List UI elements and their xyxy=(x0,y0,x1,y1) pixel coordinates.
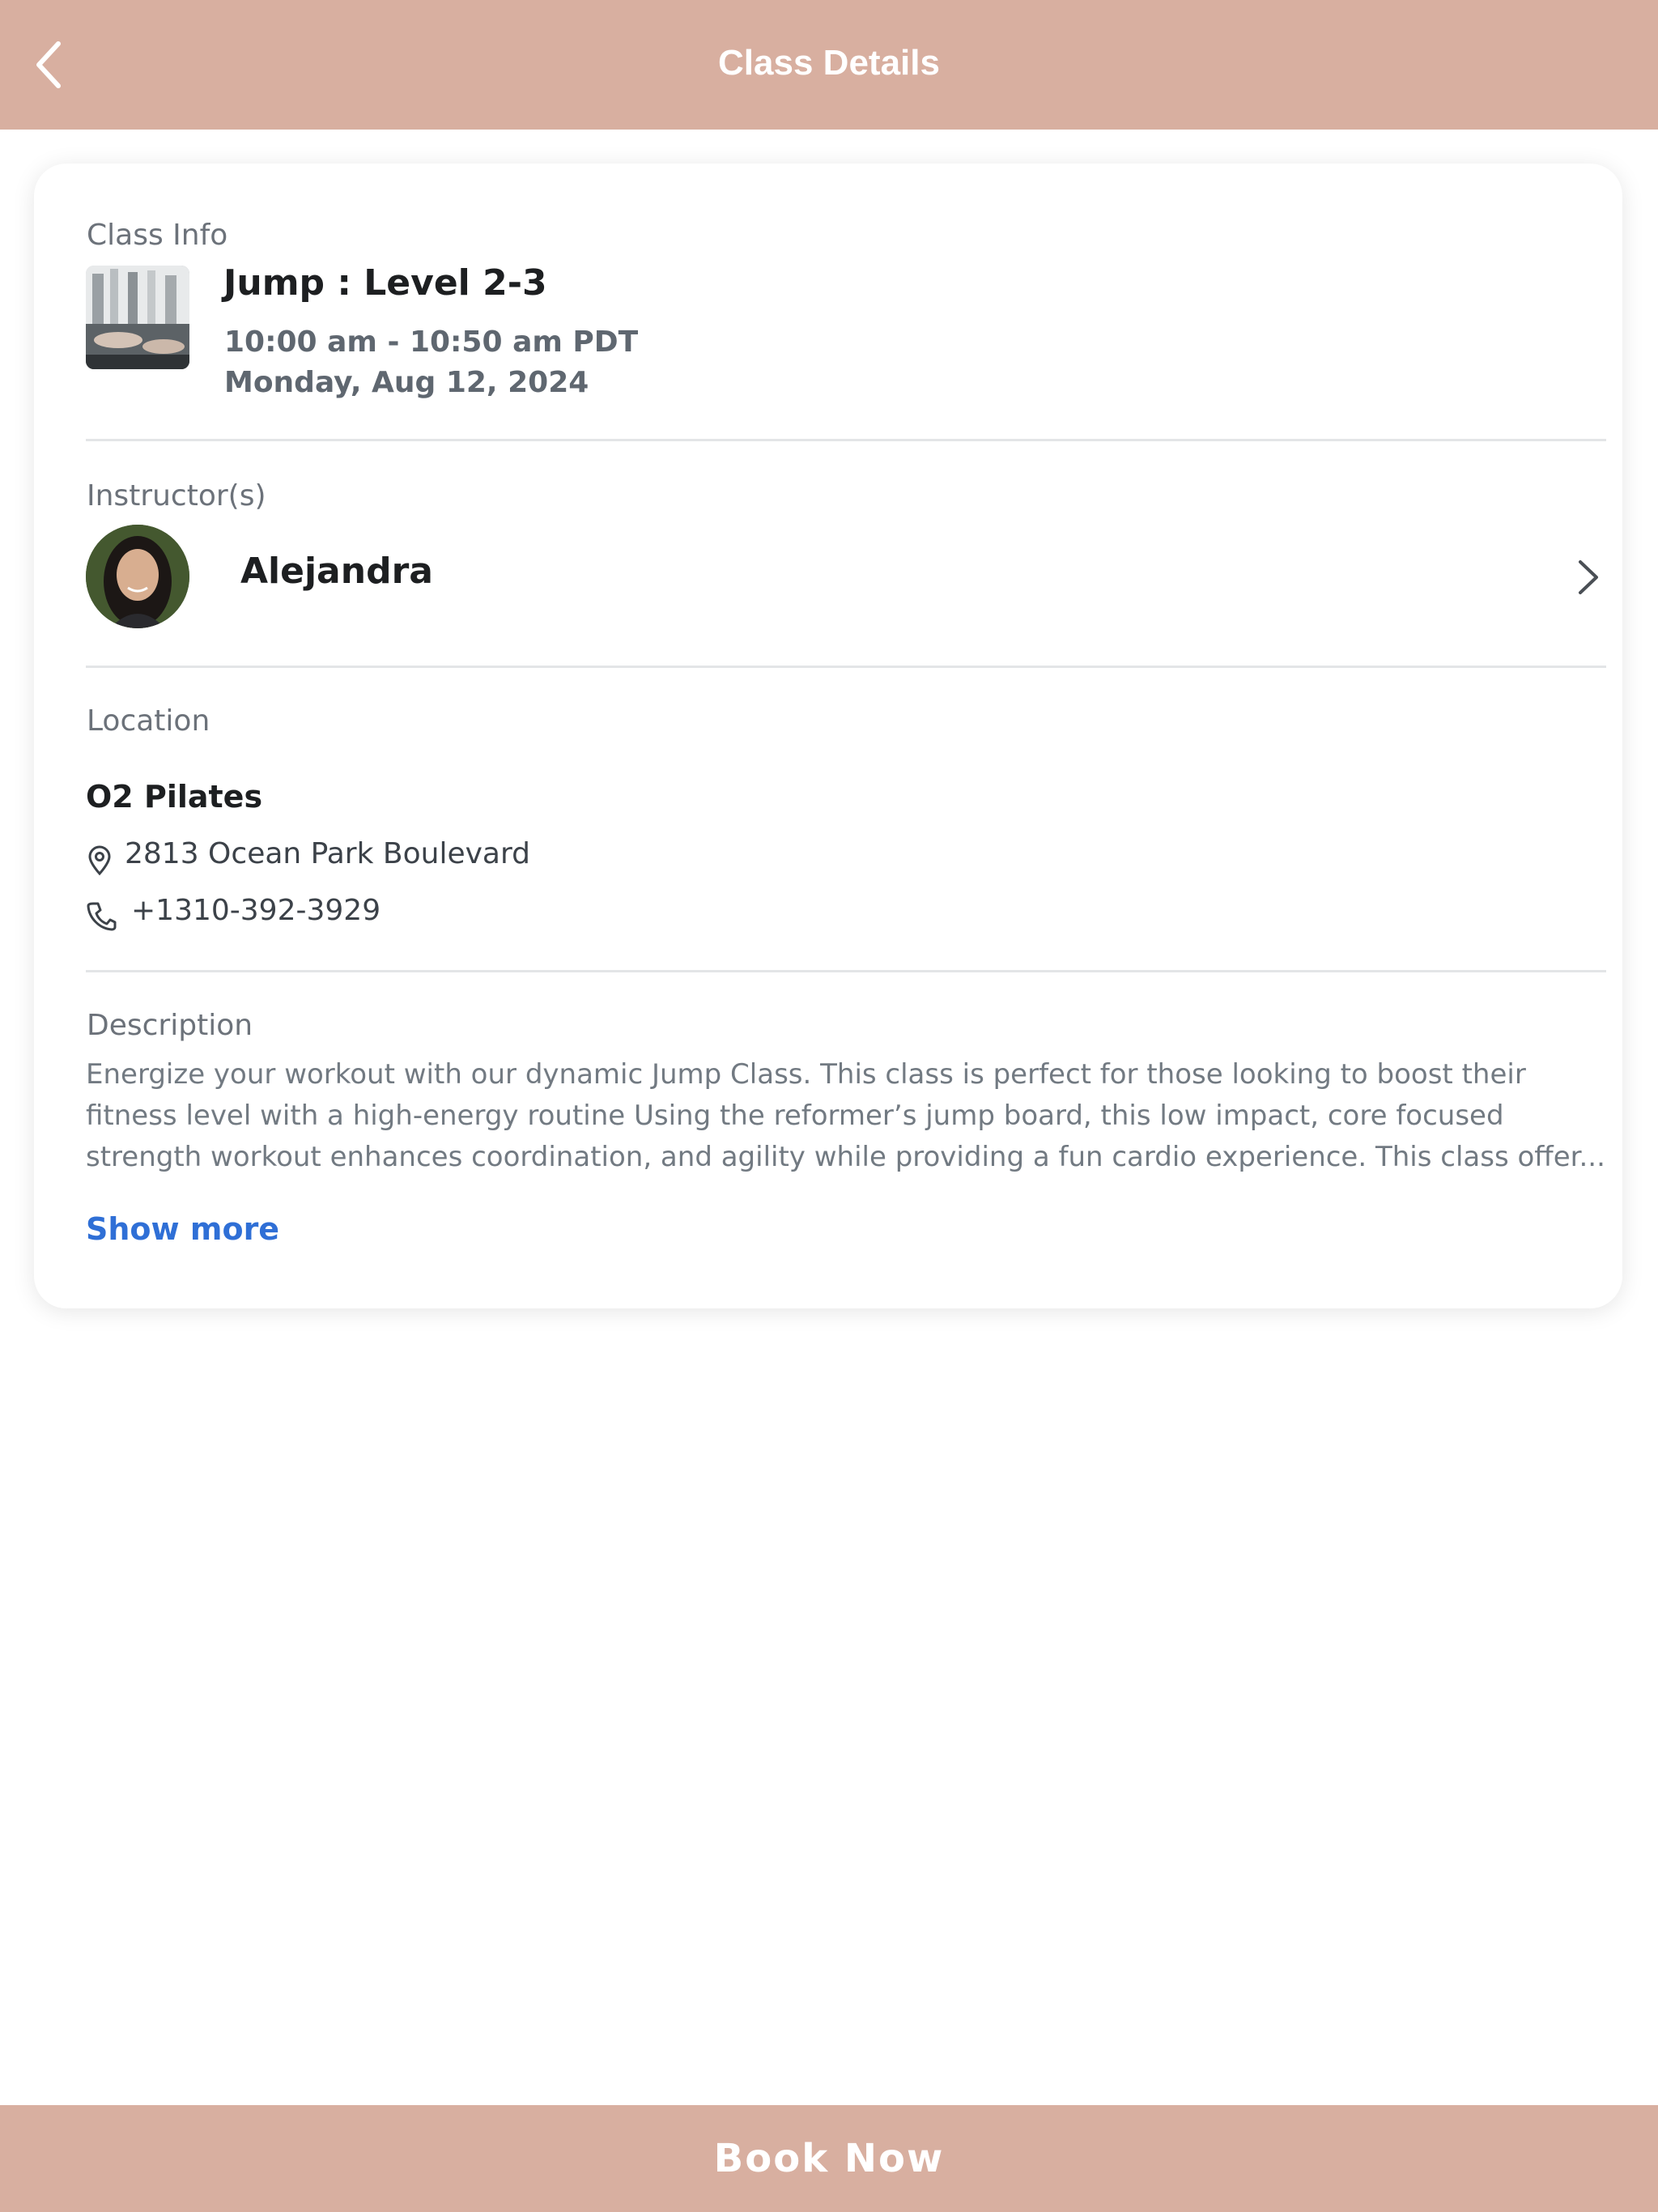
page-title: Class Details xyxy=(718,43,940,83)
class-title: Jump : Level 2-3 xyxy=(223,262,547,304)
location-phone[interactable]: +1310-392-3929 xyxy=(131,894,380,927)
class-info-label: Class Info xyxy=(87,219,228,252)
instructor-name: Alejandra xyxy=(240,551,433,592)
location-label: Location xyxy=(87,704,210,738)
class-date: Monday, Aug 12, 2024 xyxy=(224,366,589,399)
show-more-link[interactable]: Show more xyxy=(86,1211,279,1247)
description-text: Energize your workout with our dynamic J… xyxy=(86,1058,1605,1173)
avatar xyxy=(86,525,189,628)
chevron-right-icon xyxy=(1579,560,1598,594)
class-time: 10:00 am - 10:50 am PDT xyxy=(224,325,639,359)
details-card: Class Info Jump : Level 2-3 10:00 am - 1… xyxy=(34,164,1622,1308)
book-now-label: Book Now xyxy=(713,2136,945,2181)
class-thumbnail xyxy=(86,266,189,369)
divider xyxy=(86,439,1606,441)
book-now-button[interactable]: Book Now xyxy=(0,2105,1658,2212)
instructors-label: Instructor(s) xyxy=(87,479,266,513)
location-address[interactable]: 2813 Ocean Park Boulevard xyxy=(125,837,530,870)
class-details-page: Class Details Class Info Jump : Level 2-… xyxy=(0,0,1658,2212)
description-label: Description xyxy=(87,1009,253,1042)
divider xyxy=(86,970,1606,972)
phone-icon xyxy=(87,902,117,931)
location-name: O2 Pilates xyxy=(86,779,263,815)
divider xyxy=(86,666,1606,668)
instructor-row[interactable]: Alejandra xyxy=(86,525,1606,630)
header-bar: Class Details xyxy=(0,0,1658,130)
map-pin-icon xyxy=(88,845,111,876)
